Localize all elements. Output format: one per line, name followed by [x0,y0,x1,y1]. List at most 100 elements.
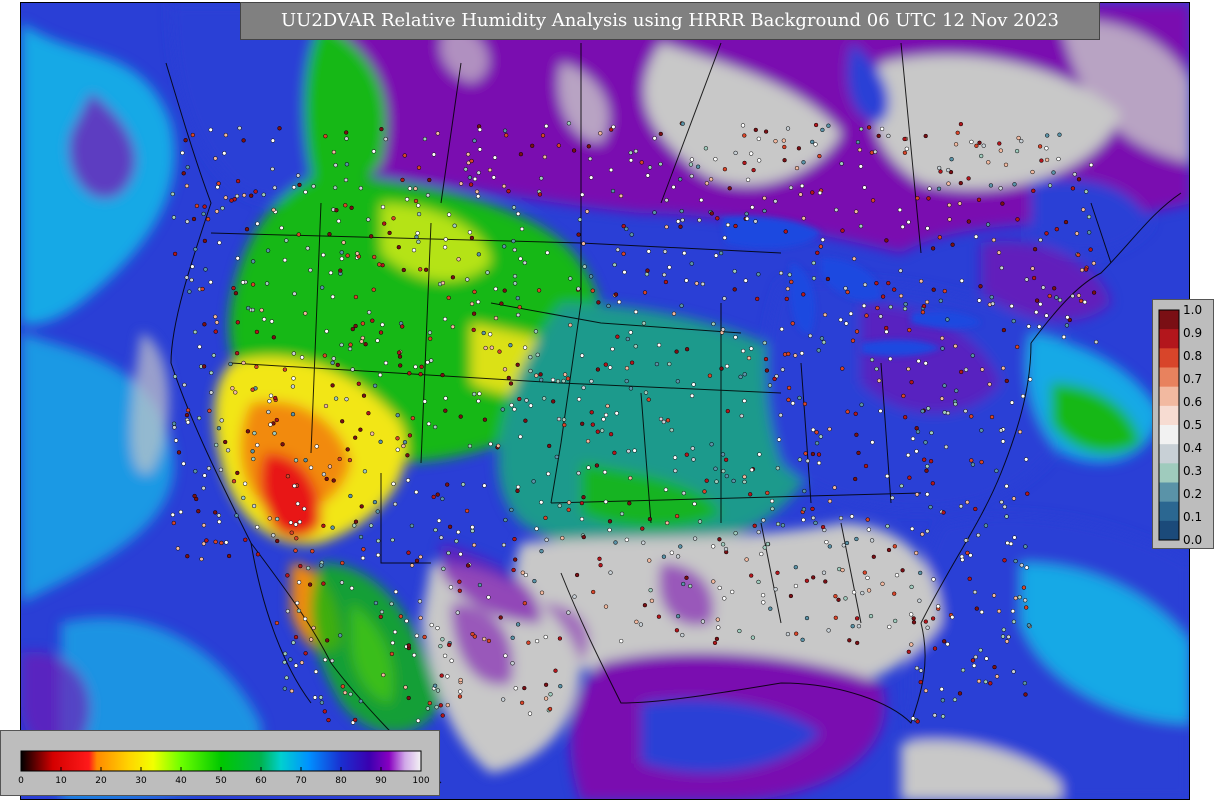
station-dot [1026,623,1032,628]
station-dot [488,441,493,447]
station-dot [942,410,947,415]
station-dot [980,367,985,372]
station-dot [445,674,450,679]
station-dot [542,154,547,160]
station-dot [803,451,808,456]
station-dot [334,208,339,213]
station-dot [290,384,296,389]
station-dot [362,469,368,474]
station-dot [1030,266,1035,271]
station-dot [1063,219,1069,225]
station-dot [401,267,406,273]
station-dot [590,422,595,427]
station-dot [752,523,757,528]
station-dot [466,152,471,157]
station-dot [185,219,190,224]
station-dot [314,444,319,449]
station-dot [940,698,945,703]
station-dot [678,224,683,229]
station-dot [331,478,336,483]
station-dot [333,396,339,401]
station-dot [615,247,620,252]
station-dot [465,277,470,282]
station-dot [568,322,573,328]
station-dot [810,190,815,195]
station-dot [376,552,381,558]
station-dot [608,167,614,173]
station-dot [1015,217,1020,222]
station-dot [757,452,762,457]
station-dot [868,613,874,619]
station-dot [245,429,251,434]
station-dot [910,526,915,531]
station-dot [922,457,927,462]
station-dot [512,247,517,253]
station-dot [1004,514,1009,519]
station-dot [1020,394,1026,399]
station-dot [998,186,1003,191]
station-dot [580,421,585,426]
station-dot [545,250,550,255]
station-dot [443,408,448,413]
station-dot [323,657,328,662]
station-dot [201,211,206,217]
obs-colorbar-tick-label: 0.0 [1183,533,1202,547]
station-dot [1084,189,1089,194]
station-dot [249,193,254,198]
station-dot [871,554,876,559]
station-dot [772,376,777,382]
station-dot [400,324,405,329]
station-dot [866,588,872,593]
obs-colorbar: 1.0 0.9 0.8 0.7 0.6 0.5 0.4 0.3 0.2 0.1 0.0 [1152,299,1214,549]
station-dot [274,620,280,626]
station-dot [196,509,201,514]
station-dot [1009,303,1014,309]
station-dot [418,554,423,560]
station-dot [979,428,984,433]
station-dot [793,565,798,570]
station-dot [242,193,247,198]
station-dot [356,381,361,386]
station-dot [566,121,572,126]
station-dot [731,478,736,484]
station-dot [377,262,382,267]
station-dot [486,595,491,600]
station-dot [403,685,408,690]
station-dot [742,372,747,377]
station-dot [170,512,175,517]
station-dot [909,612,914,617]
station-dot [697,519,703,524]
station-dot [1057,297,1063,303]
station-dot [855,640,860,646]
station-dot [319,563,324,568]
station-dot [663,279,669,285]
station-dot [353,294,359,300]
station-dot [440,637,445,642]
station-dot [621,223,626,229]
station-dot [193,329,198,335]
rh-colorbar-canvas: 0 10 20 30 40 50 60 70 80 90 100 [18,750,430,786]
station-dot [755,296,760,302]
station-dot [750,205,755,210]
station-dot [250,449,255,454]
station-dot [707,373,713,378]
station-dot [548,692,553,697]
station-dot [347,457,353,463]
station-dot [515,488,520,494]
station-dot [801,216,806,221]
station-dot [761,600,766,605]
station-dot [353,435,358,440]
station-dot [862,570,867,575]
station-dot [344,397,349,402]
station-dot [291,376,296,381]
station-dot [185,420,191,425]
obs-colorbar-tick-label: 0.5 [1183,418,1202,432]
station-dot [778,270,784,276]
station-dot [761,518,766,523]
station-dot [406,550,411,555]
station-dot [892,287,897,292]
station-dot [201,541,206,546]
station-dot [338,268,343,273]
station-dot [378,614,383,619]
station-dot [942,639,947,644]
